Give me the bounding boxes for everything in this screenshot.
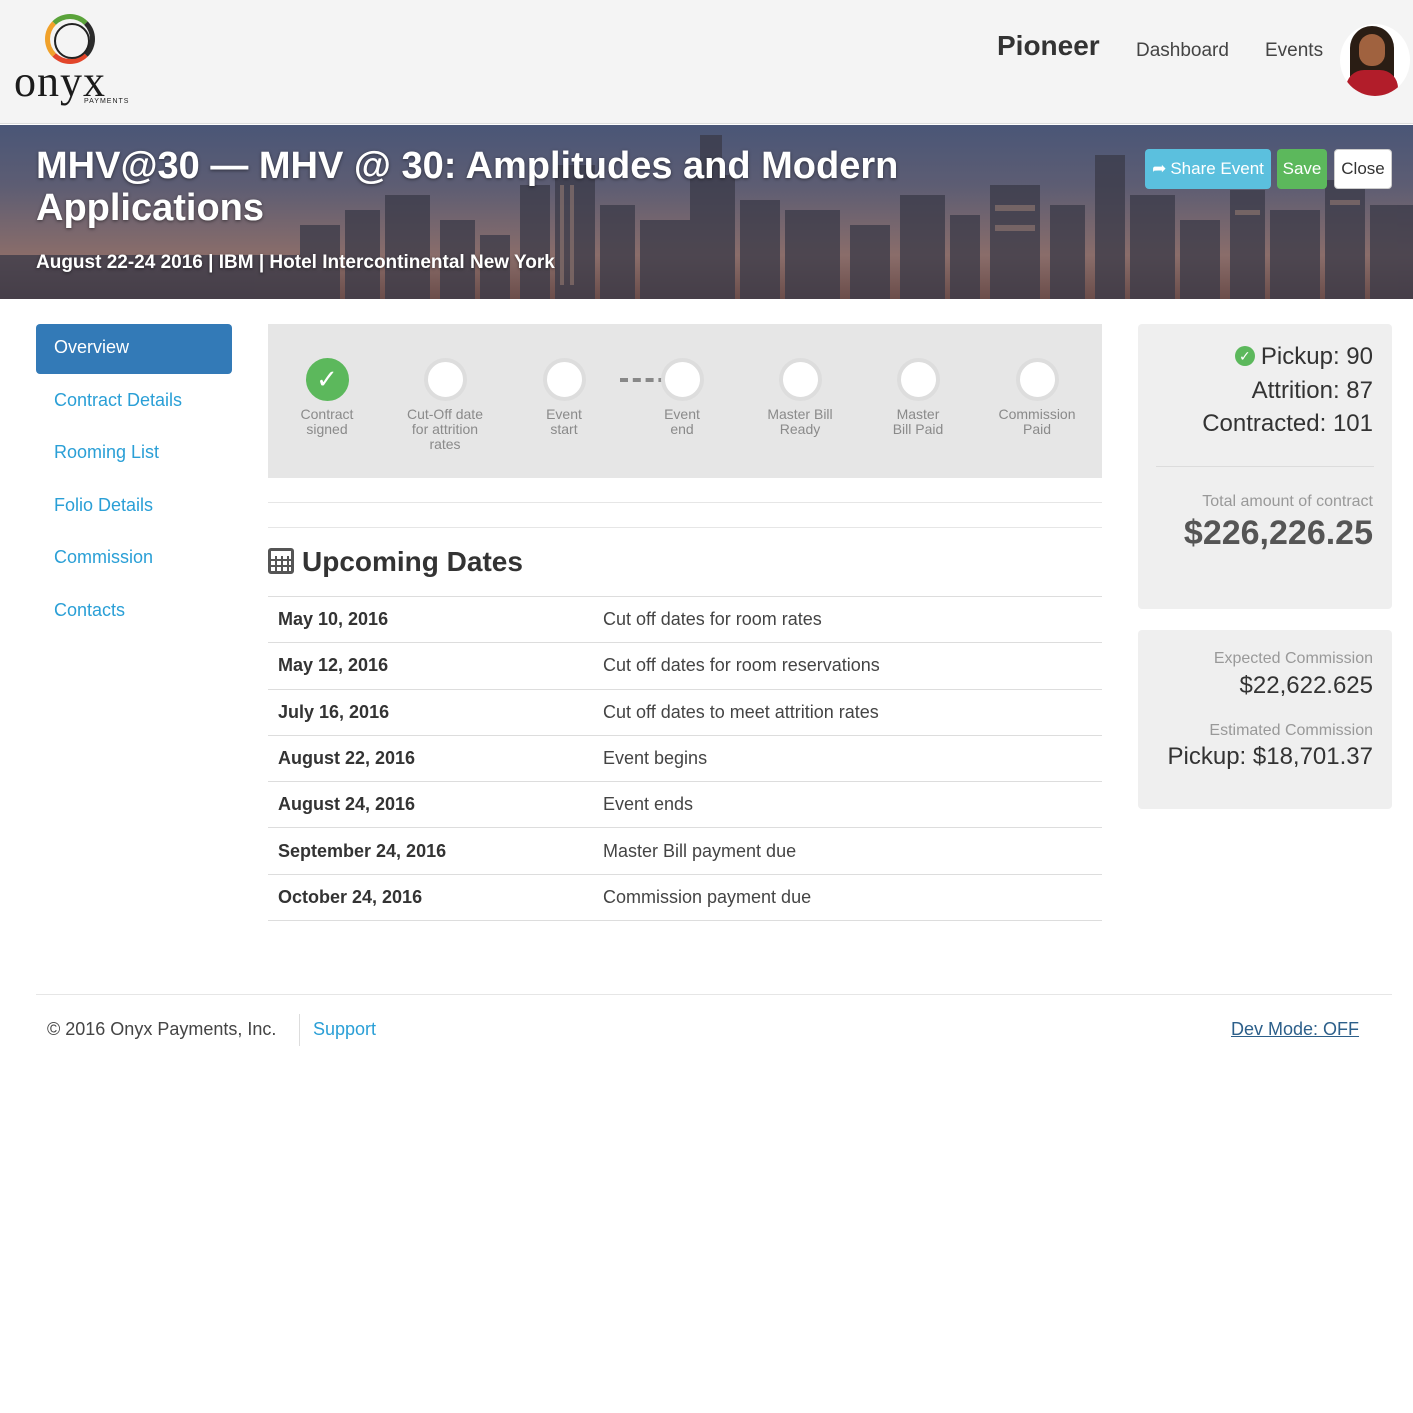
- table-row: July 16, 2016 Cut off dates to meet attri…: [268, 688, 1102, 736]
- close-button[interactable]: Close: [1334, 149, 1392, 189]
- upcoming-dates-heading: Upcoming Dates: [268, 546, 523, 578]
- step-label: for attrition: [411, 421, 479, 437]
- top-navbar: onyx PAYMENTS Pioneer Dashboard Events: [0, 0, 1413, 124]
- step-label: signed: [306, 421, 348, 437]
- commission-panel: Expected Commission $22,622.625 Estimate…: [1138, 630, 1392, 809]
- step-cutoff-attrition: Cut-Off date for attrition rates: [395, 358, 495, 452]
- description-cell: Cut off dates for room rates: [593, 595, 1102, 643]
- total-amount-label: Total amount of contract: [1202, 493, 1373, 510]
- description-cell: Cut off dates for room reservations: [593, 642, 1102, 690]
- description-cell: Event begins: [593, 734, 1102, 782]
- date-cell: July 16, 2016: [268, 688, 593, 736]
- step-label: Commission: [998, 406, 1076, 422]
- onyx-logo[interactable]: onyx PAYMENTS: [14, 12, 138, 112]
- expected-commission-value: $22,622.625: [1239, 672, 1373, 699]
- upcoming-dates-table: May 10, 2016 Cut off dates for room rates…: [268, 595, 1102, 922]
- table-row: May 10, 2016 Cut off dates for room rates: [268, 595, 1102, 643]
- check-circle-icon: ✓: [1234, 346, 1255, 366]
- date-cell: September 24, 2016: [268, 827, 593, 875]
- support-link[interactable]: Support: [313, 1019, 376, 1040]
- check-icon: ✓: [305, 358, 349, 401]
- pickup-value: Pickup: 90: [1260, 343, 1373, 370]
- share-event-button[interactable]: ➦ Share Event: [1145, 149, 1271, 189]
- table-row: September 24, 2016 Master Bill payment du…: [268, 827, 1102, 875]
- empty-circle-icon: [896, 358, 940, 401]
- date-cell: August 22, 2016: [268, 734, 593, 782]
- description-cell: Event ends: [593, 781, 1102, 828]
- empty-circle-icon: [1015, 358, 1059, 401]
- step-contract-signed: ✓ Contract signed: [277, 358, 377, 437]
- nav-link-events[interactable]: Events: [1265, 40, 1323, 62]
- share-label: Share Event: [1170, 159, 1264, 178]
- description-cell: Cut off dates to meet attrition rates: [593, 688, 1102, 736]
- footer-copyright: © 2016 Onyx Payments, Inc.: [47, 1019, 277, 1039]
- footer-separator: [299, 1014, 300, 1046]
- contracted-stat: Contracted: 101: [1202, 410, 1373, 437]
- table-row: August 24, 2016 Event ends: [268, 781, 1102, 828]
- divider: [268, 502, 1102, 503]
- step-event-end: Event end: [632, 358, 732, 437]
- step-label: Cut-Off date: [406, 406, 483, 422]
- date-cell: October 24, 2016: [268, 873, 593, 922]
- divider: [268, 527, 1102, 528]
- event-hero-banner: MHV@30 — MHV @ 30: Amplitudes and Modern…: [0, 125, 1413, 299]
- estimated-commission-label: Estimated Commission: [1209, 722, 1373, 739]
- sidebar-item-contract-details[interactable]: Contract Details: [36, 377, 232, 427]
- step-label: Master: [896, 406, 940, 422]
- nav-link-dashboard[interactable]: Dashboard: [1136, 40, 1229, 62]
- upcoming-dates-title: Upcoming Dates: [302, 546, 523, 577]
- contract-stats-panel: ✓ Pickup: 90 Attrition: 87 Contracted: 10…: [1138, 324, 1392, 609]
- description-cell: Master Bill payment due: [593, 827, 1102, 875]
- step-label: Bill Paid: [892, 421, 944, 437]
- step-commission-paid: Commission Paid: [987, 358, 1087, 437]
- event-title: MHV@30 — MHV @ 30: Amplitudes and Modern…: [36, 145, 899, 229]
- step-label: rates: [429, 436, 461, 452]
- step-label: Event: [664, 406, 700, 422]
- step-label: Contract: [300, 406, 354, 422]
- sidebar-item-contacts[interactable]: Contacts: [36, 587, 232, 637]
- date-cell: May 10, 2016: [268, 595, 593, 643]
- step-label: Master Bill: [767, 406, 833, 422]
- divider: [1156, 466, 1374, 467]
- sidebar-nav: Overview Contract Details Rooming List F…: [36, 324, 232, 639]
- sidebar-item-rooming-list[interactable]: Rooming List: [36, 429, 232, 479]
- total-amount-value: $226,226.25: [1183, 514, 1373, 552]
- step-label: end: [670, 421, 694, 437]
- empty-circle-icon: [542, 358, 586, 401]
- date-cell: August 24, 2016: [268, 781, 593, 828]
- sidebar-item-folio-details[interactable]: Folio Details: [36, 482, 232, 532]
- step-label: Event: [546, 406, 582, 422]
- step-master-bill-paid: Master Bill Paid: [868, 358, 968, 437]
- step-master-bill-ready: Master Bill Ready: [750, 358, 850, 437]
- estimated-commission-value: Pickup: $18,701.37: [1167, 743, 1374, 770]
- logo-subtext: PAYMENTS: [84, 98, 130, 105]
- dev-mode-toggle[interactable]: Dev Mode: OFF: [1231, 1019, 1359, 1040]
- sidebar-item-commission[interactable]: Commission: [36, 534, 232, 584]
- step-event-start: Event start: [514, 358, 614, 437]
- empty-circle-icon: [423, 358, 467, 401]
- date-cell: May 12, 2016: [268, 642, 593, 690]
- footer-divider: [36, 994, 1392, 995]
- sidebar-item-overview[interactable]: Overview: [36, 324, 232, 374]
- table-row: May 12, 2016 Cut off dates for room reser…: [268, 642, 1102, 690]
- table-row: October 24, 2016 Commission payment due: [268, 873, 1102, 922]
- save-button[interactable]: Save: [1277, 149, 1327, 189]
- share-icon: ➦: [1152, 159, 1167, 178]
- empty-circle-icon: [778, 358, 822, 401]
- event-subtitle: August 22-24 2016 | IBM | Hotel Intercon…: [36, 252, 555, 273]
- empty-circle-icon: [660, 358, 704, 401]
- nav-brand[interactable]: Pioneer: [997, 30, 1100, 62]
- expected-commission-label: Expected Commission: [1213, 650, 1373, 667]
- step-label: start: [550, 421, 578, 437]
- step-label: Ready: [779, 421, 821, 437]
- step-label: Paid: [1022, 421, 1052, 437]
- description-cell: Commission payment due: [593, 873, 1102, 922]
- pickup-stat: ✓ Pickup: 90: [1234, 343, 1373, 371]
- table-row: August 22, 2016 Event begins: [268, 734, 1102, 782]
- user-avatar[interactable]: [1340, 24, 1410, 96]
- calendar-icon: [268, 548, 294, 574]
- progress-steps-panel: ✓ Contract signed Cut-Off date for attriti…: [268, 324, 1102, 478]
- attrition-stat: Attrition: 87: [1251, 377, 1373, 404]
